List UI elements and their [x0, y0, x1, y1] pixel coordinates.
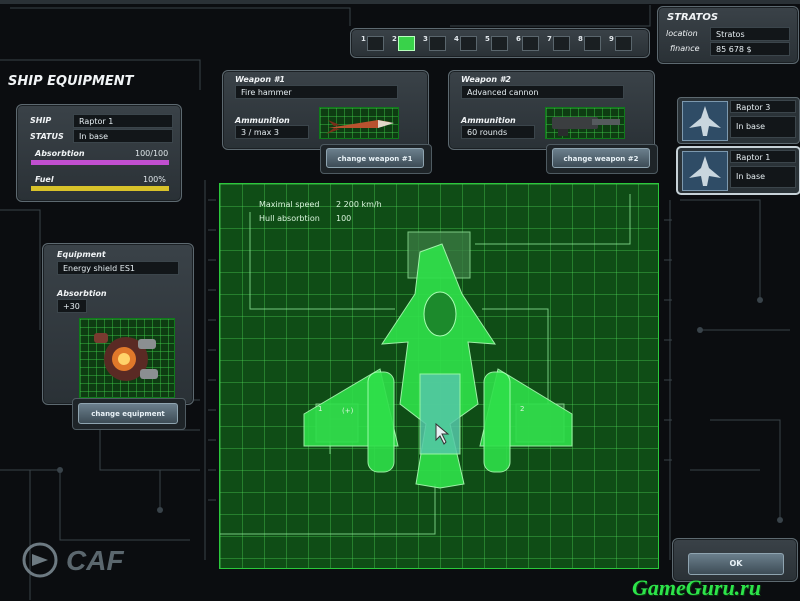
- absorption-bar-track: [31, 160, 169, 165]
- tab-number: 3: [423, 35, 428, 43]
- shield-generator-icon: [79, 318, 175, 398]
- equipment-panel: Equipment Energy shield ES1 Absorbtion +…: [42, 243, 194, 405]
- ship-schematic-grid: Maximal speed 2 200 km/h Hull absorbtion…: [219, 183, 659, 569]
- tab-indicator: [460, 36, 477, 51]
- fleet-ship-status: In base: [730, 116, 796, 138]
- tab-number: 1: [361, 35, 366, 43]
- fuel-bar-track: [31, 186, 169, 191]
- tab-number: 6: [516, 35, 521, 43]
- tab-9[interactable]: 9: [606, 33, 634, 51]
- equipment-name: Energy shield ES1: [57, 261, 179, 275]
- weapon1-ammo-label: Ammunition: [235, 116, 290, 125]
- absorption-value: 100/100: [135, 149, 169, 158]
- ok-button[interactable]: OK: [688, 553, 784, 575]
- cannon-icon: [545, 107, 625, 139]
- weapon2-panel: Weapon #2 Advanced cannon Ammunition 60 …: [448, 70, 655, 150]
- finance-label: finance: [670, 44, 700, 53]
- fleet-ship-name: Raptor 3: [730, 100, 796, 113]
- location-label: location: [666, 29, 698, 38]
- left-slot-badge: (+): [342, 407, 354, 415]
- fuel-bar-fill: [31, 186, 169, 191]
- fighter-icon: [682, 151, 728, 191]
- tab-indicator: [522, 36, 539, 51]
- tab-indicator: [491, 36, 508, 51]
- equipment-absorption-label: Absorbtion: [57, 289, 107, 298]
- absorption-bar-fill: [31, 160, 169, 165]
- ship-info-panel: SHIP Raptor 1 STATUS In base Absorbtion …: [16, 104, 182, 202]
- finance-value: 85 678 $: [710, 42, 790, 56]
- absorption-label: Absorbtion: [35, 149, 85, 158]
- change-equipment-button[interactable]: change equipment: [78, 403, 178, 424]
- ship-status: In base: [73, 129, 173, 143]
- weapon2-label: Weapon #2: [461, 75, 511, 84]
- ship-schematic: [220, 194, 631, 535]
- weapon2-name: Advanced cannon: [461, 85, 624, 99]
- left-slot-number: 1: [318, 405, 323, 413]
- fuel-value: 100%: [143, 175, 166, 184]
- tab-indicator: [398, 36, 415, 51]
- tab-number: 8: [578, 35, 583, 43]
- caf-logo: CAF: [18, 540, 168, 580]
- missile-icon: [319, 107, 399, 139]
- ship-name: Raptor 1: [73, 114, 173, 128]
- tab-5[interactable]: 5: [482, 33, 510, 51]
- station-name: STRATOS: [667, 12, 719, 23]
- fleet-ship-name: Raptor 1: [730, 150, 796, 163]
- weapon1-name: Fire hammer: [235, 85, 398, 99]
- watermark: GameGuru.ru: [632, 575, 761, 600]
- right-slot-number: 2: [520, 405, 525, 413]
- equipment-absorption-value: +30: [57, 299, 87, 313]
- fleet-ship-card[interactable]: Raptor 3 In base: [677, 97, 800, 144]
- tab-indicator: [615, 36, 632, 51]
- change-weapon1-button[interactable]: change weapon #1: [326, 148, 424, 168]
- weapon1-panel: Weapon #1 Fire hammer Ammunition 3 / max…: [222, 70, 429, 150]
- tab-6[interactable]: 6: [513, 33, 541, 51]
- brand-text: CAF: [66, 545, 124, 576]
- tab-number: 7: [547, 35, 552, 43]
- tab-1[interactable]: 1: [358, 33, 386, 51]
- tab-7[interactable]: 7: [544, 33, 572, 51]
- fleet-ship-card[interactable]: Raptor 1 In base: [677, 147, 800, 194]
- status-panel: STRATOS location Stratos finance 85 678 …: [657, 6, 799, 64]
- ship-label: SHIP: [30, 116, 52, 125]
- tab-number: 9: [609, 35, 614, 43]
- tab-indicator: [584, 36, 601, 51]
- change-weapon2-button[interactable]: change weapon #2: [552, 148, 650, 168]
- fleet-ship-status: In base: [730, 166, 796, 188]
- tab-4[interactable]: 4: [451, 33, 479, 51]
- weapon1-ammo-value: 3 / max 3: [235, 125, 309, 139]
- fuel-label: Fuel: [35, 175, 54, 184]
- tab-indicator: [367, 36, 384, 51]
- weapon1-label: Weapon #1: [235, 75, 285, 84]
- weapon2-ammo-value: 60 rounds: [461, 125, 535, 139]
- tab-3[interactable]: 3: [420, 33, 448, 51]
- status-label: STATUS: [30, 132, 64, 141]
- location-value: Stratos: [710, 27, 790, 41]
- fighter-icon: [682, 101, 728, 141]
- tab-number: 5: [485, 35, 490, 43]
- tab-indicator: [553, 36, 570, 51]
- equipment-label: Equipment: [57, 250, 106, 259]
- weapon2-ammo-label: Ammunition: [461, 116, 516, 125]
- tab-2[interactable]: 2: [389, 33, 417, 51]
- tab-number: 2: [392, 35, 397, 43]
- tab-8[interactable]: 8: [575, 33, 603, 51]
- page-title: SHIP EQUIPMENT: [8, 74, 134, 89]
- tab-number: 4: [454, 35, 459, 43]
- tab-indicator: [429, 36, 446, 51]
